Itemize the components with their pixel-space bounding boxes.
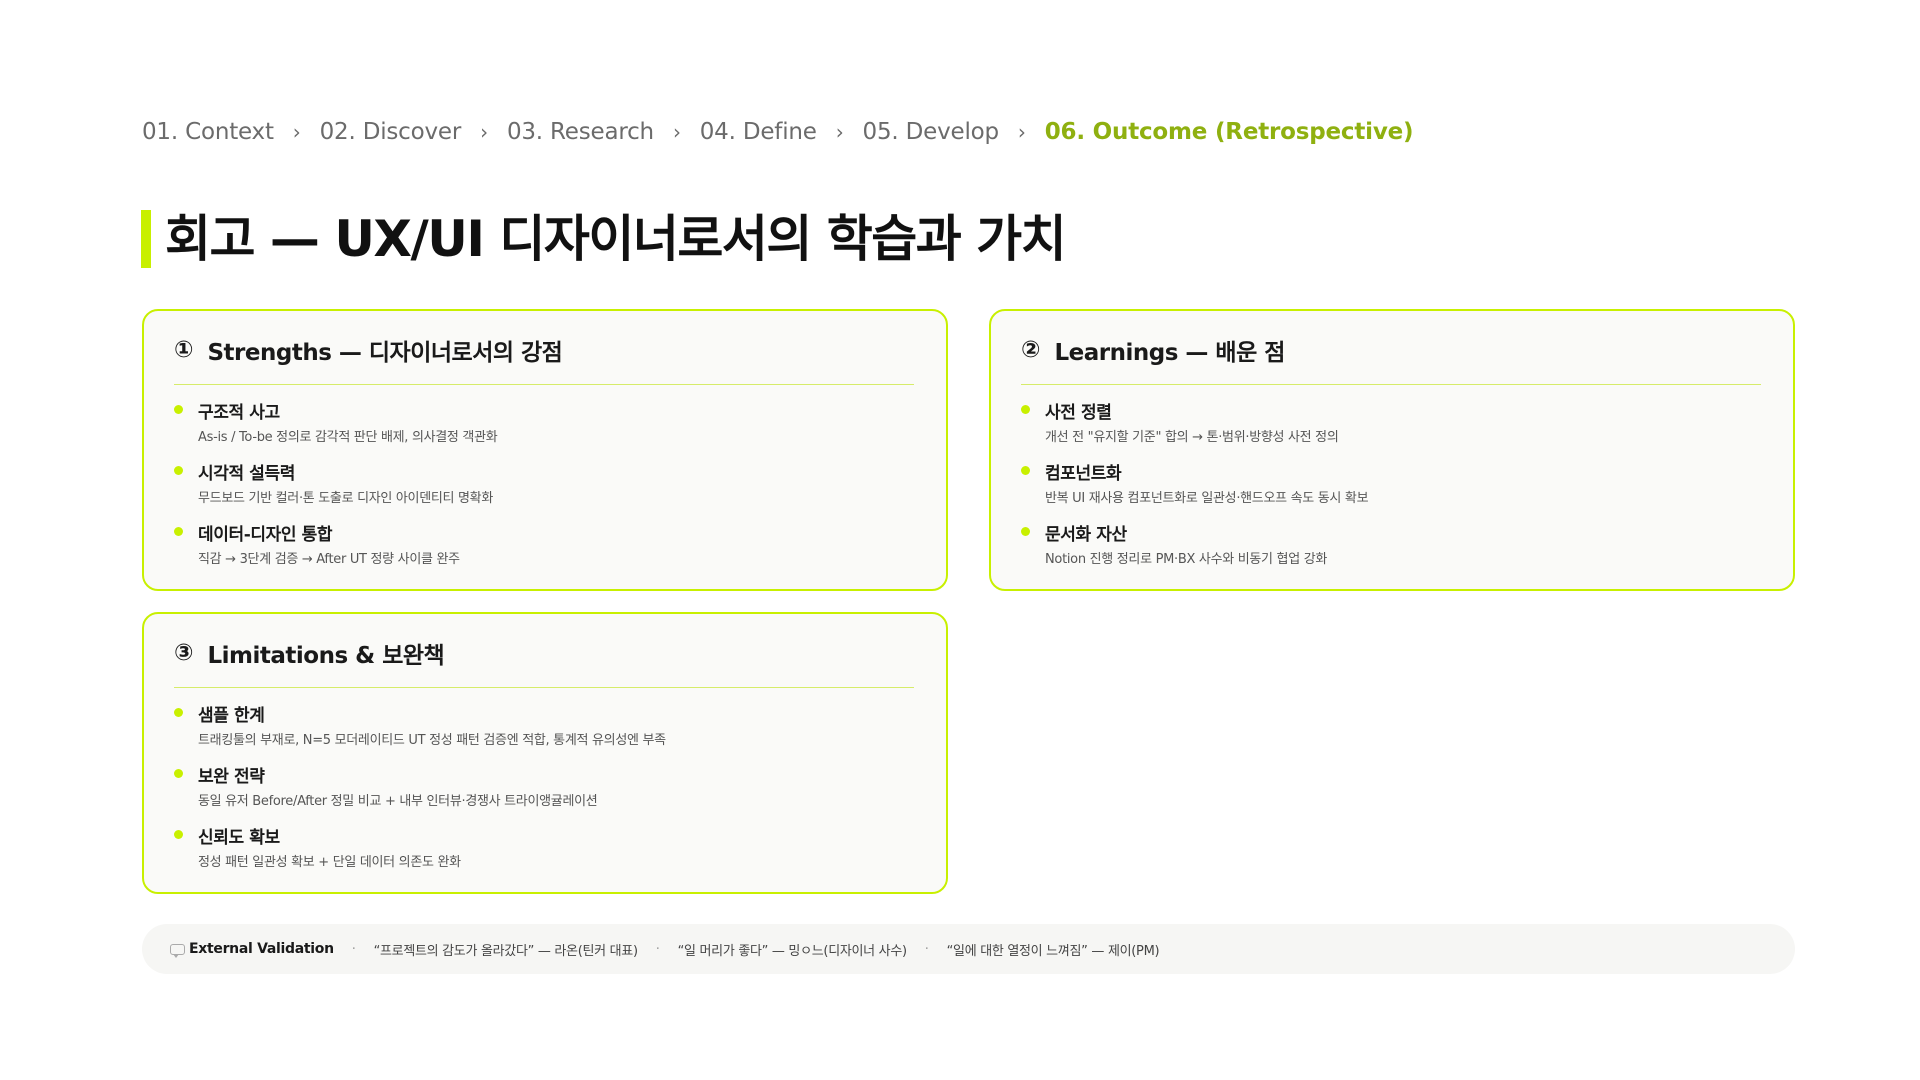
chevron-right-icon: › [480,120,488,144]
validation-quote: “일 머리가 좋다” — 밍ㅇ느(디자이너 사수) [677,943,907,959]
item-description: 개선 전 "유지할 기준" 합의 → 톤·범위·방향성 사전 정의 [1045,430,1339,445]
bullet-dot-icon [174,466,183,475]
external-validation-bar: External Validation · “프로젝트의 감도가 올라갔다” —… [142,924,1795,974]
strengths-card: ① Strengths — 디자이너로서의 강점 구조적 사고 As-is / … [142,309,948,591]
item-title: 샘플 한계 [198,706,265,726]
validation-separator: · [924,941,929,957]
breadcrumb-item-define[interactable]: 04. Define [700,119,817,145]
title-accent-bar [141,210,151,268]
breadcrumb: 01. Context › 02. Discover › 03. Researc… [142,114,1414,150]
bullet-dot-icon [174,830,183,839]
item-title: 사전 정렬 [1045,403,1112,423]
list-item: 문서화 자산 Notion 진행 정리로 PM·BX 사수와 비동기 협업 강화 [1021,523,1761,569]
list-item: 보완 전략 동일 유저 Before/After 정밀 비교 + 내부 인터뷰·… [174,765,914,811]
bullet-dot-icon [174,769,183,778]
list-item: 신뢰도 확보 정성 패턴 일관성 확보 + 단일 데이터 의존도 완화 [174,826,914,872]
validation-quote: “프로젝트의 감도가 올라갔다” — 라온(틴커 대표) [373,943,638,959]
bullet-dot-icon [1021,466,1030,475]
card-title: Strengths — 디자이너로서의 강점 [207,340,563,366]
list-item: 데이터-디자인 통합 직감 → 3단계 검증 → After UT 정량 사이클… [174,523,914,569]
item-description: 트래킹툴의 부재로, N=5 모더레이티드 UT 정성 패턴 검증엔 적합, 통… [198,733,666,748]
chevron-right-icon: › [1017,120,1026,144]
learnings-card: ② Learnings — 배운 점 사전 정렬 개선 전 "유지할 기준" 합… [989,309,1795,591]
card-header: ① Strengths — 디자이너로서의 강점 [174,331,914,369]
item-title: 신뢰도 확보 [198,828,280,848]
circled-number-2: ② [1021,337,1041,363]
circled-number-3: ③ [174,640,194,666]
item-title: 시각적 설득력 [198,464,295,484]
card-title: Learnings — 배운 점 [1054,340,1285,366]
validation-label: External Validation [189,941,334,957]
item-title: 컴포넌트화 [1045,464,1122,484]
breadcrumb-item-discover[interactable]: 02. Discover [320,119,462,145]
chevron-right-icon: › [835,120,844,144]
card-divider [174,687,914,688]
item-description: 동일 유저 Before/After 정밀 비교 + 내부 인터뷰·경쟁사 트라… [198,794,598,809]
item-title: 데이터-디자인 통합 [198,525,333,545]
item-description: Notion 진행 정리로 PM·BX 사수와 비동기 협업 강화 [1045,552,1328,567]
page-title: 회고 — UX/UI 디자이너로서의 학습과 가치 [165,210,1067,268]
item-description: 반복 UI 재사용 컴포넌트화로 일관성·핸드오프 속도 동시 확보 [1045,491,1369,506]
speech-bubble-icon [170,943,185,958]
list-item: 시각적 설득력 무드보드 기반 컬러·톤 도출로 디자인 아이덴티티 명확화 [174,462,914,508]
card-header: ② Learnings — 배운 점 [1021,331,1761,369]
card-divider [1021,384,1761,385]
chevron-right-icon: › [292,120,301,144]
bullet-dot-icon [174,708,183,717]
item-description: As-is / To-be 정의로 감각적 판단 배제, 의사결정 객관화 [198,430,498,445]
list-item: 컴포넌트화 반복 UI 재사용 컴포넌트화로 일관성·핸드오프 속도 동시 확보 [1021,462,1761,508]
item-description: 무드보드 기반 컬러·톤 도출로 디자인 아이덴티티 명확화 [198,491,494,506]
item-title: 구조적 사고 [198,403,280,423]
validation-separator: · [351,941,356,957]
bullet-dot-icon [1021,527,1030,536]
bullet-dot-icon [174,405,183,414]
list-item: 사전 정렬 개선 전 "유지할 기준" 합의 → 톤·범위·방향성 사전 정의 [1021,401,1761,447]
breadcrumb-item-outcome-active[interactable]: 06. Outcome (Retrospective) [1045,119,1414,145]
card-header: ③ Limitations & 보완책 [174,634,914,672]
breadcrumb-item-develop[interactable]: 05. Develop [863,119,1000,145]
list-item: 샘플 한계 트래킹툴의 부재로, N=5 모더레이티드 UT 정성 패턴 검증엔… [174,704,914,750]
bullet-dot-icon [174,527,183,536]
breadcrumb-item-research[interactable]: 03. Research [507,119,654,145]
validation-quote: “일에 대한 열정이 느껴짐” — 제이(PM) [946,943,1160,959]
bullet-dot-icon [1021,405,1030,414]
card-divider [174,384,914,385]
limitations-card: ③ Limitations & 보완책 샘플 한계 트래킹툴의 부재로, N=5… [142,612,948,894]
list-item: 구조적 사고 As-is / To-be 정의로 감각적 판단 배제, 의사결정… [174,401,914,447]
card-title: Limitations & 보완책 [207,643,445,669]
validation-separator: · [655,941,660,957]
item-title: 문서화 자산 [1045,525,1127,545]
item-description: 직감 → 3단계 검증 → After UT 정량 사이클 완주 [198,552,460,567]
item-title: 보완 전략 [198,767,265,787]
breadcrumb-item-context[interactable]: 01. Context [142,119,274,145]
circled-number-1: ① [174,337,194,363]
item-description: 정성 패턴 일관성 확보 + 단일 데이터 의존도 완화 [198,855,461,870]
chevron-right-icon: › [672,120,681,144]
